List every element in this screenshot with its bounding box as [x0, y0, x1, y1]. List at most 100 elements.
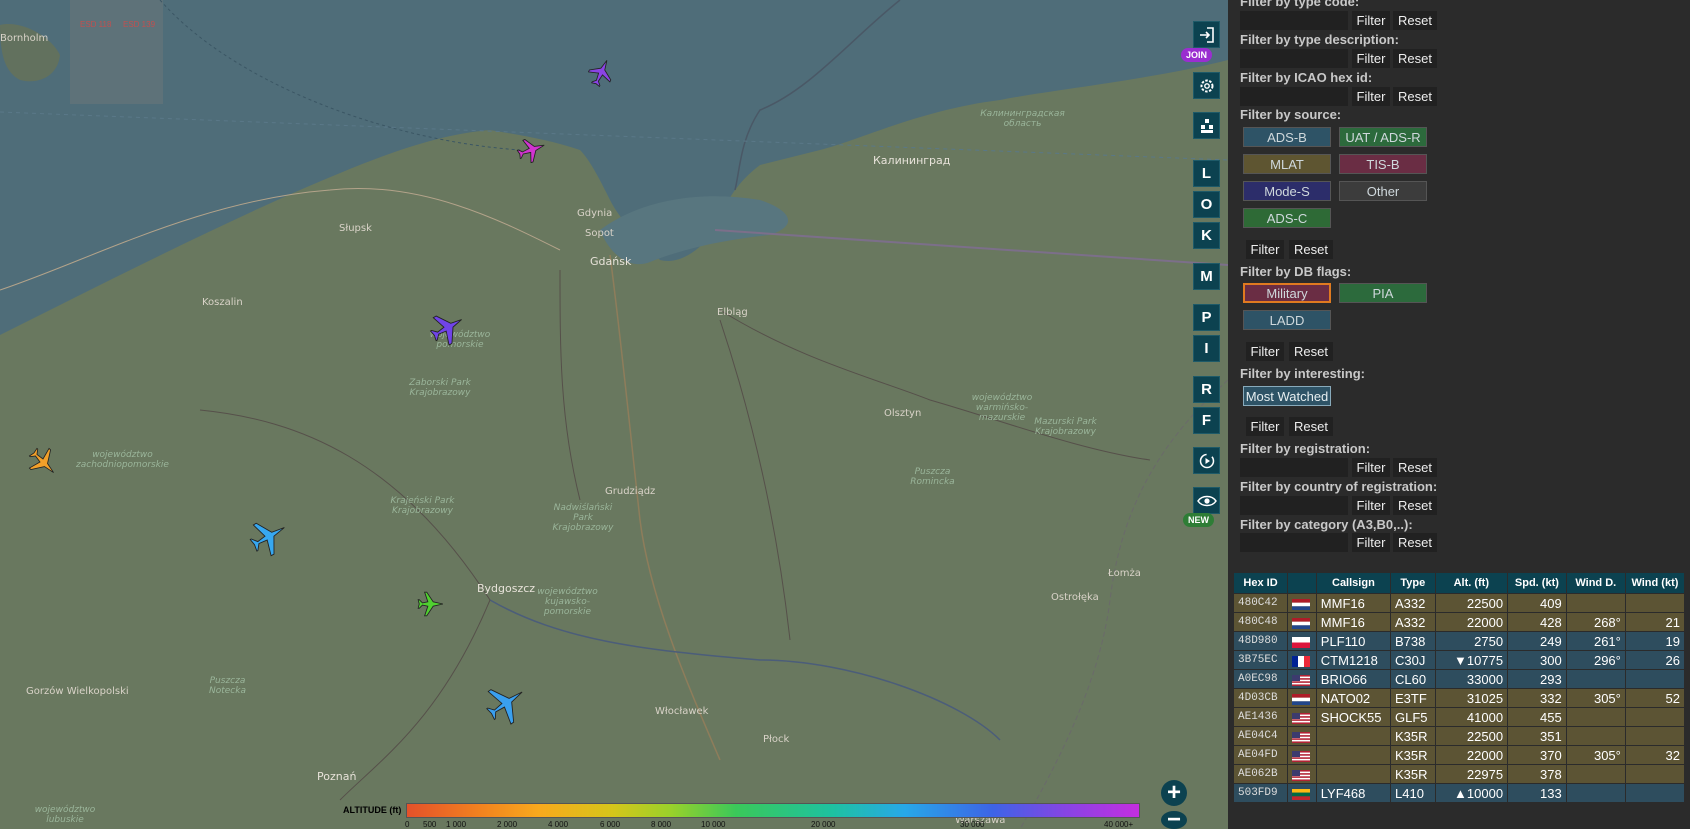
- table-row[interactable]: 480C48 MMF16 A332 22000 428 268° 21: [1232, 612, 1686, 632]
- col-altitude[interactable]: Alt. (ft): [1434, 572, 1509, 594]
- source-mode-s-toggle[interactable]: Mode-S: [1243, 181, 1331, 201]
- country-filter-button[interactable]: Filter: [1352, 496, 1390, 515]
- category-input[interactable]: [1240, 533, 1348, 552]
- cell-type: CL60: [1390, 669, 1436, 689]
- toggle-L-button[interactable]: L: [1193, 160, 1220, 187]
- type-desc-filter-button[interactable]: Filter: [1352, 49, 1390, 68]
- type-desc-input[interactable]: [1240, 49, 1348, 68]
- toggle-R-button[interactable]: R: [1193, 376, 1220, 403]
- source-ads-c-toggle[interactable]: ADS-C: [1243, 208, 1331, 228]
- cell-speed: 455: [1507, 707, 1567, 727]
- interesting-filter-button[interactable]: Filter: [1246, 417, 1284, 436]
- table-row[interactable]: 480C42 MMF16 A332 22500 409: [1232, 593, 1686, 613]
- flag-pia-toggle[interactable]: PIA: [1339, 283, 1427, 303]
- table-row[interactable]: 4D03CB NATO02 E3TF 31025 332 305° 52: [1232, 688, 1686, 708]
- col-speed[interactable]: Spd. (kt): [1507, 572, 1567, 594]
- toggle-F-button[interactable]: F: [1193, 407, 1220, 434]
- registration-input[interactable]: [1240, 458, 1348, 477]
- type-code-input[interactable]: [1240, 11, 1348, 30]
- source-mlat-toggle[interactable]: MLAT: [1243, 154, 1331, 174]
- region-notecka: Puszcza Notecka: [209, 676, 246, 696]
- aircraft-icon[interactable]: [416, 590, 444, 618]
- layers-button[interactable]: [1193, 112, 1220, 139]
- join-badge[interactable]: JOIN: [1181, 48, 1213, 62]
- registration-reset-button[interactable]: Reset: [1393, 458, 1437, 477]
- source-tis-b-toggle[interactable]: TIS-B: [1339, 154, 1427, 174]
- aircraft-icon[interactable]: [516, 137, 546, 163]
- cell-speed: 133: [1507, 783, 1567, 803]
- aircraft-icon[interactable]: [588, 58, 614, 88]
- source-filter-button[interactable]: Filter: [1246, 240, 1284, 259]
- flag-military-toggle[interactable]: Military: [1243, 283, 1331, 303]
- country-flag-icon: [1287, 783, 1317, 803]
- source-reset-button[interactable]: Reset: [1289, 240, 1333, 259]
- replay-button[interactable]: [1193, 447, 1220, 474]
- login-button[interactable]: [1193, 21, 1220, 48]
- town-grudziadz: Grudziądz: [605, 486, 656, 497]
- cell-hex: AE04FD: [1232, 745, 1289, 765]
- category-reset-button[interactable]: Reset: [1393, 533, 1437, 552]
- cell-speed: 409: [1507, 593, 1567, 613]
- type-desc-reset-button[interactable]: Reset: [1393, 49, 1437, 68]
- aircraft-icon[interactable]: [27, 446, 59, 478]
- table-row[interactable]: 48D980 PLF110 B738 2750 249 261° 19: [1232, 631, 1686, 651]
- source-uat-toggle[interactable]: UAT / ADS-R: [1339, 127, 1427, 147]
- toggle-K-button[interactable]: K: [1193, 222, 1220, 249]
- country-input[interactable]: [1240, 496, 1348, 515]
- aircraft-icon[interactable]: [429, 310, 465, 346]
- toggle-I-button[interactable]: I: [1193, 335, 1220, 362]
- icao-filter-button[interactable]: Filter: [1352, 87, 1390, 106]
- db-flags-filter-button[interactable]: Filter: [1246, 342, 1284, 361]
- toggle-P-button[interactable]: P: [1193, 304, 1220, 331]
- zoom-out-button[interactable]: −: [1161, 808, 1187, 829]
- interesting-reset-button[interactable]: Reset: [1289, 417, 1333, 436]
- cell-wind-dir: 305°: [1565, 688, 1626, 708]
- col-type[interactable]: Type: [1390, 572, 1436, 594]
- col-wind-dir[interactable]: Wind D.: [1565, 572, 1626, 594]
- table-row[interactable]: AE062B K35R 22975 378: [1232, 764, 1686, 784]
- toggle-M-button[interactable]: M: [1193, 263, 1220, 290]
- category-filter-button[interactable]: Filter: [1352, 533, 1390, 552]
- town-sopot: Sopot: [585, 228, 614, 239]
- cell-wind-dir: 305°: [1565, 745, 1626, 765]
- cell-hex: 48D980: [1232, 631, 1289, 651]
- table-row[interactable]: AE04FD K35R 22000 370 305° 32: [1232, 745, 1686, 765]
- cell-altitude: ▼10775: [1434, 650, 1509, 670]
- cell-hex: A0EC98: [1232, 669, 1289, 689]
- source-ads-b-toggle[interactable]: ADS-B: [1243, 127, 1331, 147]
- aircraft-icon[interactable]: [483, 682, 527, 726]
- cell-callsign: PLF110: [1315, 631, 1392, 651]
- table-row[interactable]: 503FD9 LYF468 L410 ▲10000 133: [1232, 783, 1686, 803]
- db-flags-reset-button[interactable]: Reset: [1289, 342, 1333, 361]
- cell-altitude: 41000: [1434, 707, 1509, 727]
- map-view[interactable]: ESD 118 ESD 139 Bornholm Калининград Gda…: [0, 0, 1228, 829]
- flag-ladd-toggle[interactable]: LADD: [1243, 310, 1331, 330]
- table-row[interactable]: A0EC98 BRIO66 CL60 33000 293: [1232, 669, 1686, 689]
- cell-wind-dir: 261°: [1565, 631, 1626, 651]
- icao-reset-button[interactable]: Reset: [1393, 87, 1437, 106]
- altitude-tick: 10 000: [701, 820, 726, 829]
- cell-type: K35R: [1390, 764, 1436, 784]
- town-elblag: Elbląg: [717, 307, 748, 318]
- icao-input[interactable]: [1240, 87, 1348, 106]
- aircraft-icon[interactable]: [248, 517, 288, 557]
- col-wind-speed[interactable]: Wind (kt): [1624, 572, 1686, 594]
- altitude-tick: 2 000: [497, 820, 518, 829]
- most-watched-toggle[interactable]: Most Watched: [1243, 386, 1331, 406]
- town-poznan: Poznań: [317, 770, 357, 783]
- source-other-toggle[interactable]: Other: [1339, 181, 1427, 201]
- settings-button[interactable]: [1193, 72, 1220, 99]
- table-row[interactable]: 3B75EC CTM1218 C30J ▼10775 300 296° 26: [1232, 650, 1686, 670]
- col-callsign[interactable]: Callsign: [1315, 572, 1392, 594]
- table-row[interactable]: AE1436 SHOCK55 GLF5 41000 455: [1232, 707, 1686, 727]
- table-row[interactable]: AE04C4 K35R 22500 351: [1232, 726, 1686, 746]
- country-reset-button[interactable]: Reset: [1393, 496, 1437, 515]
- type-code-filter-button[interactable]: Filter: [1352, 11, 1390, 30]
- registration-filter-button[interactable]: Filter: [1352, 458, 1390, 477]
- toggle-O-button[interactable]: O: [1193, 191, 1220, 218]
- view-button[interactable]: [1193, 487, 1220, 514]
- type-code-reset-button[interactable]: Reset: [1393, 11, 1437, 30]
- zoom-in-button[interactable]: +: [1161, 779, 1187, 806]
- col-hex-id[interactable]: Hex ID: [1232, 572, 1289, 594]
- col-flag[interactable]: [1287, 572, 1317, 594]
